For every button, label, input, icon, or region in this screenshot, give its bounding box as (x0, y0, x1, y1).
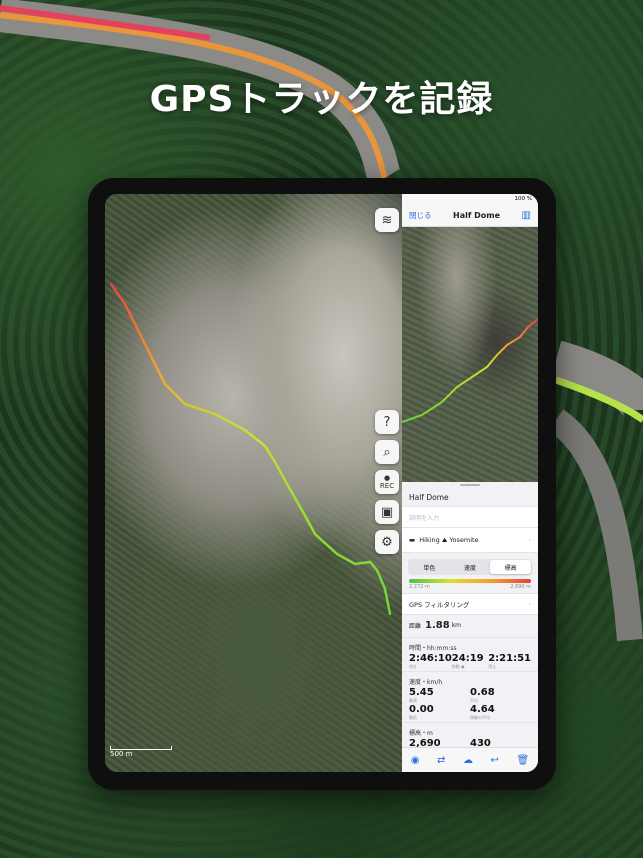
folder-button[interactable]: ▣ (375, 500, 399, 524)
gps-filter-row[interactable]: GPS フィルタリング › (402, 593, 538, 615)
layers-icon: ≋ (381, 212, 393, 228)
segment-speed[interactable]: 速度 (450, 560, 491, 574)
record-button[interactable]: ● REC (375, 470, 399, 494)
gear-icon: ⚙ (381, 534, 393, 550)
segment-solid[interactable]: 単色 (409, 560, 450, 574)
map-book-icon[interactable]: ▥ (522, 210, 531, 221)
map-scale: 500 m (110, 746, 172, 758)
stat-time-stopped: 2:21:51 停止 (488, 653, 531, 669)
cloud-icon[interactable]: ☁ (463, 755, 473, 766)
headline: GPSトラックを記録 (149, 79, 494, 120)
scale-label: 500 m (110, 750, 133, 758)
eye-icon[interactable]: ◉ (411, 755, 420, 766)
speed-stats: 5.45 最高 0.68 平均 0.00 最低 4.64 移動の平均 (402, 687, 538, 720)
folder-icon: ▣ (380, 504, 394, 520)
elevation-max: 2,690 m (510, 584, 531, 590)
gps-track (109, 282, 392, 616)
track-minimap[interactable] (402, 227, 538, 482)
elevation-min: 2,272 m (409, 584, 430, 590)
folder-label: Hiking ⛰ Yosemite (419, 535, 479, 544)
folder-row[interactable]: ▬ Hiking ⛰ Yosemite › (402, 528, 538, 553)
speed-header: 速度・km/h (409, 679, 443, 686)
ipad-frame: ≋ ? ⌕ ● REC ▣ ⚙ 500 m 100 % 閉じる Half Dom… (88, 178, 556, 790)
record-dot-icon: ● (383, 474, 391, 482)
color-mode-segmented: 単色 速度 標高 (408, 559, 532, 575)
gradient-labels: 2,272 m 2,690 m (402, 583, 538, 593)
stat-time-moving: 24:19 移動 ● (451, 653, 484, 669)
elevation-header: 標高・m (409, 730, 433, 737)
stat-time-total: 2:46:10 合計 (409, 653, 452, 669)
help-button[interactable]: ? (375, 410, 399, 434)
stat-speed-avg: 0.68 平均 (470, 687, 495, 703)
folder-icon: ▬ (409, 535, 416, 544)
distance-value: 1.88 (425, 619, 450, 631)
status-bar: 100 % (402, 194, 538, 204)
layers-button[interactable]: ≋ (375, 208, 399, 232)
battery-text: 100 % (514, 196, 532, 202)
panel-title: Half Dome (453, 210, 501, 220)
close-button[interactable]: 閉じる (409, 210, 432, 221)
stat-speed-moving-avg: 4.64 移動の平均 (470, 704, 495, 720)
chevron-right-icon: › (528, 536, 531, 544)
chevron-right-icon: › (528, 600, 531, 608)
record-label: REC (379, 482, 395, 490)
undo-icon[interactable]: ↩ (491, 755, 499, 766)
help-icon: ? (383, 414, 391, 430)
minimap-track (402, 318, 538, 423)
distance-label: 距離 (409, 622, 422, 630)
settings-button[interactable]: ⚙ (375, 530, 399, 554)
app-screen: ≋ ? ⌕ ● REC ▣ ⚙ 500 m 100 % 閉じる Half Dom… (105, 194, 538, 772)
panel-navbar: 閉じる Half Dome ▥ (402, 204, 538, 227)
track-overlay (109, 282, 392, 616)
distance-row: 距離 1.88 km (402, 615, 538, 635)
gps-filter-label: GPS フィルタリング (409, 601, 470, 609)
search-icon: ⌕ (383, 444, 391, 460)
stat-speed-min: 0.00 最低 (409, 704, 434, 720)
stat-speed-max: 5.45 最高 (409, 687, 434, 703)
time-stats: 2:46:10 合計 24:19 移動 ● 2:21:51 停止 (402, 653, 538, 669)
track-title[interactable]: Half Dome (402, 488, 538, 506)
bottom-toolbar: ◉ ⇄ ☁ ↩ 🗑 (402, 747, 538, 772)
track-panel: 100 % 閉じる Half Dome ▥ Half Dome 説明を入力 ▬ … (402, 194, 538, 772)
distance-unit: km (451, 621, 462, 629)
trash-icon[interactable]: 🗑 (516, 755, 529, 766)
swap-icon[interactable]: ⇄ (437, 755, 445, 766)
time-header: 時間・hh:mm:ss (409, 645, 457, 652)
description-field[interactable]: 説明を入力 (402, 506, 538, 528)
segment-elevation[interactable]: 標高 (490, 560, 532, 574)
search-button[interactable]: ⌕ (375, 440, 399, 464)
